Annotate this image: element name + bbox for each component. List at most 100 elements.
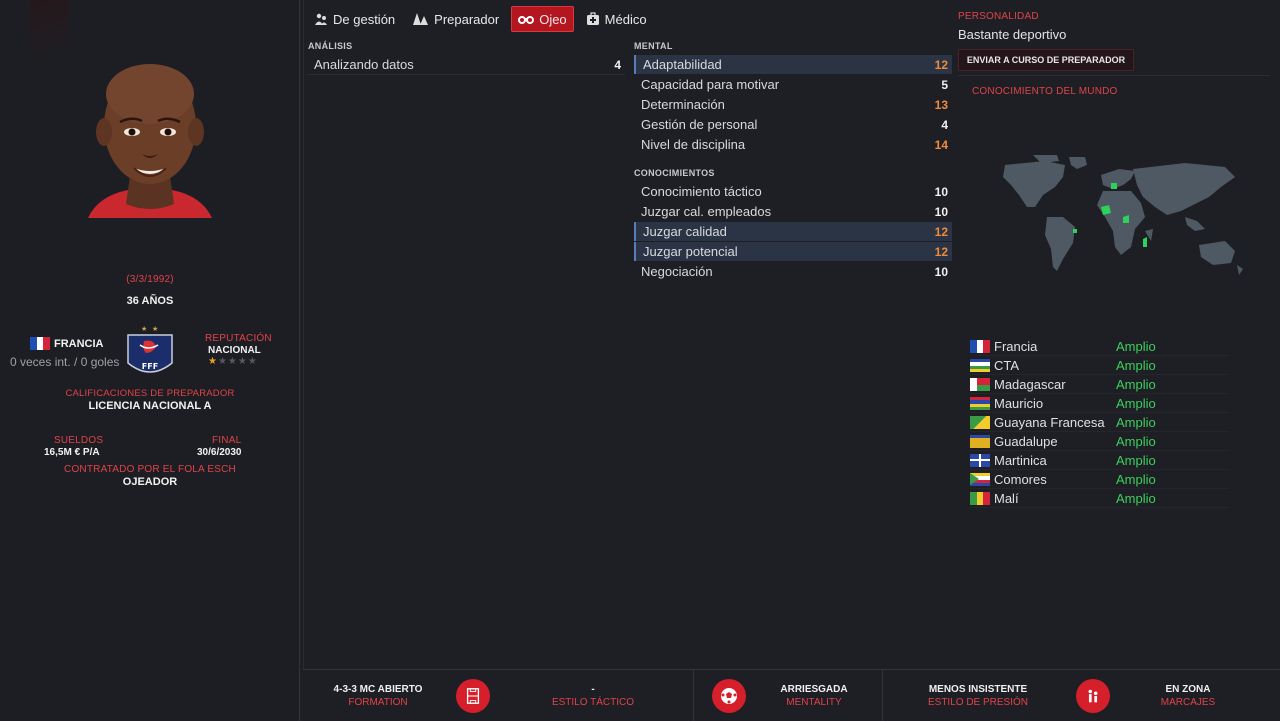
reputation-label: REPUTACIÓN — [205, 333, 272, 344]
attribute-value: 13 — [934, 97, 948, 112]
medical-kit-icon — [586, 12, 599, 25]
attribute-value: 4 — [614, 57, 621, 72]
background-decoration — [30, 0, 70, 70]
world-knowledge-label: CONOCIMIENTO DEL MUNDO — [972, 86, 1118, 97]
knowledge-level: Amplio — [1116, 434, 1156, 449]
binoculars-icon — [518, 16, 535, 24]
tab-preparador[interactable]: Preparador — [407, 6, 505, 32]
marking-block[interactable]: EN ZONA MARCAJES — [1113, 670, 1263, 721]
fff-badge-icon: ★ ★ FFF — [127, 325, 173, 373]
country-name: Guadalupe — [994, 434, 1058, 449]
nationality[interactable]: FRANCIA — [30, 337, 104, 350]
tab-label: De gestión — [333, 11, 396, 27]
knowledge-level: Amplio — [1116, 377, 1156, 392]
attribute-label: Gestión de personal — [641, 117, 758, 132]
employer-label: CONTRATADO POR EL FOLA ESCH — [64, 464, 236, 475]
svg-text:★: ★ — [152, 325, 158, 333]
country-row-comores[interactable]: Comores Amplio — [970, 471, 1230, 489]
attribute-value: 10 — [934, 184, 948, 199]
country-row-guadalupe[interactable]: Guadalupe Amplio — [970, 433, 1230, 451]
attribute-row[interactable]: Juzgar calidad 12 — [634, 222, 952, 241]
mentality-value: ARRIESGADA — [780, 684, 848, 695]
marking-icon — [1076, 679, 1110, 713]
pitch-icon-block — [453, 670, 493, 721]
nation-name: FRANCIA — [54, 337, 104, 350]
country-row-mali[interactable]: Malí Amplio — [970, 490, 1230, 508]
people-icon — [315, 13, 327, 25]
attribute-row[interactable]: Analizando datos 4 — [307, 55, 625, 74]
country-row-madagascar[interactable]: Madagascar Amplio — [970, 376, 1230, 394]
section-divider — [958, 75, 1270, 76]
pressing-label: ESTILO DE PRESIÓN — [927, 697, 1029, 708]
attribute-label: Nivel de disciplina — [641, 137, 746, 152]
reputation-value: NACIONAL — [208, 345, 261, 356]
country-row-mauricio[interactable]: Mauricio Amplio — [970, 395, 1230, 413]
attribute-value: 14 — [934, 137, 948, 152]
country-row-cta[interactable]: CTA Amplio — [970, 357, 1230, 375]
attribute-label: Capacidad para motivar — [641, 77, 780, 92]
wage-value: 16,5M € P/A — [44, 447, 100, 458]
mentality-label: MENTALITY — [786, 697, 842, 708]
badge-text: FFF — [142, 362, 158, 371]
age: 36 AÑOS — [126, 295, 174, 307]
role-tabs: De gestión Preparador Ojeo Médico — [308, 6, 653, 32]
ball-icon-block — [694, 670, 764, 721]
attribute-row[interactable]: Gestión de personal 4 — [634, 115, 952, 134]
qualifications-label: CALIFICACIONES DE PREPARADOR — [65, 388, 235, 399]
knowledge-level: Amplio — [1116, 396, 1156, 411]
date-of-birth: (3/3/1992) — [126, 274, 174, 285]
french-guiana-flag-icon — [970, 416, 990, 429]
car-flag-icon — [970, 359, 990, 372]
attribute-label: Analizando datos — [314, 57, 414, 72]
staff-portrait — [88, 64, 212, 218]
attribute-value: 10 — [934, 264, 948, 279]
attribute-row[interactable]: Conocimiento táctico 10 — [634, 182, 952, 201]
country-row-martinica[interactable]: Martinica Amplio — [970, 452, 1230, 470]
attribute-label: Negociación — [641, 264, 713, 279]
attribute-row[interactable]: Negociación 10 — [634, 262, 952, 281]
pressing-style-block[interactable]: MENOS INSISTENTE ESTILO DE PRESIÓN — [883, 670, 1073, 721]
mauritius-flag-icon — [970, 397, 990, 410]
formation-block[interactable]: 4-3-3 MC ABIERTO FORMATION — [303, 670, 453, 721]
attribute-label: Conocimiento táctico — [641, 184, 762, 199]
attribute-label: Adaptabilidad — [643, 57, 722, 72]
contract-end-value: 30/6/2030 — [197, 447, 242, 458]
panel-divider — [303, 0, 304, 669]
attribute-value: 12 — [934, 57, 948, 72]
send-to-course-button[interactable]: ENVIAR A CURSO DE PREPARADOR — [958, 49, 1134, 71]
tactical-style-block[interactable]: - ESTILO TÁCTICO — [493, 670, 693, 721]
attribute-row[interactable]: Adaptabilidad 12 — [634, 55, 952, 74]
knowledge-level: Amplio — [1116, 472, 1156, 487]
international-caps: 0 veces int. / 0 goles — [10, 355, 120, 369]
guadeloupe-flag-icon — [970, 435, 990, 448]
country-name: Guayana Francesa — [994, 415, 1105, 430]
wage-label: SUELDOS — [54, 435, 104, 446]
attribute-value: 10 — [934, 204, 948, 219]
attribute-value: 4 — [941, 117, 948, 132]
marking-icon-block — [1073, 670, 1113, 721]
country-name: Malí — [994, 491, 1019, 506]
svg-text:★: ★ — [141, 325, 147, 333]
contract-end-label: FINAL — [212, 435, 242, 446]
attribute-row[interactable]: Juzgar cal. empleados 10 — [634, 202, 952, 221]
attribute-row[interactable]: Determinación 13 — [634, 95, 952, 114]
knowledge-level: Amplio — [1116, 339, 1156, 354]
country-row-francia[interactable]: Francia Amplio — [970, 338, 1230, 356]
profile-panel: (3/3/1992) 36 AÑOS FRANCIA 0 veces int. … — [0, 0, 300, 721]
tab-ojeo[interactable]: Ojeo — [511, 6, 574, 32]
attribute-row[interactable]: Nivel de disciplina 14 — [634, 135, 952, 154]
attribute-value: 12 — [934, 244, 948, 259]
mali-flag-icon — [970, 492, 990, 505]
attribute-label: Juzgar calidad — [643, 224, 727, 239]
france-flag-icon — [30, 337, 51, 350]
attribute-row[interactable]: Juzgar potencial 12 — [634, 242, 952, 261]
country-row-guayana-francesa[interactable]: Guayana Francesa Amplio — [970, 414, 1230, 432]
cones-icon — [413, 13, 429, 25]
mentality-block[interactable]: ARRIESGADA MENTALITY — [764, 670, 864, 721]
tab-gestion[interactable]: De gestión — [308, 6, 401, 32]
mental-header: MENTAL — [634, 41, 673, 51]
pressing-value: MENOS INSISTENTE — [928, 684, 1028, 695]
personality-label: PERSONALIDAD — [958, 11, 1039, 22]
tab-medico[interactable]: Médico — [580, 6, 653, 32]
attribute-row[interactable]: Capacidad para motivar 5 — [634, 75, 952, 94]
